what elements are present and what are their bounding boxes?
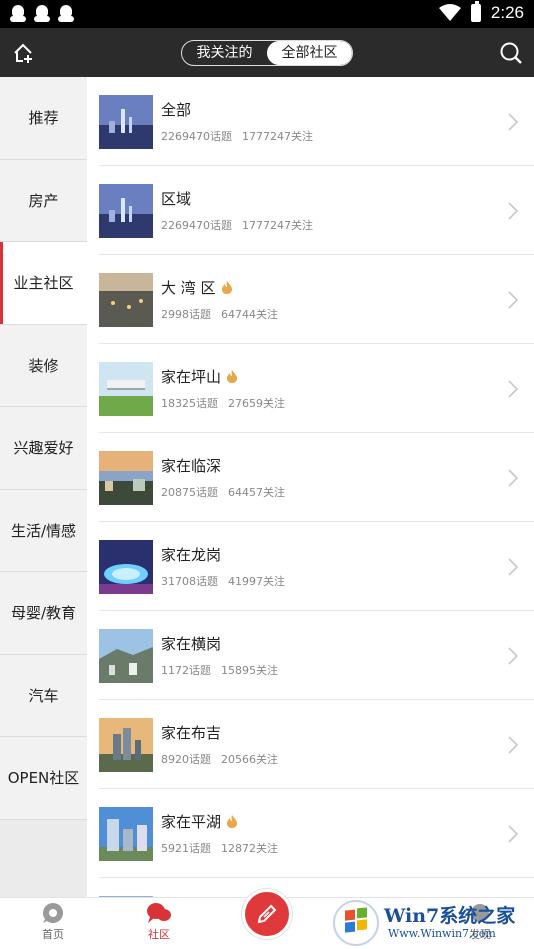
sidebar-item-open-community[interactable]: OPEN社区 [0,737,87,820]
follower-count: 64744关注 [221,308,278,321]
community-row[interactable]: 家在临深 20875话题 64457关注 [99,433,534,522]
community-row[interactable]: 家在坪山 18325话题 27659关注 [99,344,534,433]
tab-all-communities[interactable]: 全部社区 [267,41,352,65]
pen-icon [257,904,277,924]
topic-count: 2998话题 [161,308,211,321]
community-name: 家在平湖 [161,813,222,831]
status-time: 2:26 [490,3,524,22]
topic-count: 5921话题 [161,842,211,855]
topic-count: 2269470话题 [161,130,232,143]
qq-notification-icon [10,5,26,23]
sidebar-item-parenting-education[interactable]: 母婴/教育 [0,572,87,655]
hot-flame-icon [227,815,238,828]
chevron-right-icon [508,736,518,754]
community-name: 家在布吉 [161,724,222,742]
hot-flame-icon [227,370,238,383]
wifi-icon [438,4,461,21]
nav-community-label: 社区 [148,928,170,941]
chevron-right-icon [508,469,518,487]
home-plus-icon [14,43,32,63]
topic-count: 18325话题 [161,397,218,410]
site-watermark: Win7系统之家 Www.Winwin7.com [332,897,528,949]
community-row[interactable]: 区域 2269470话题 1777247关注 [99,166,534,255]
sidebar-item-cars[interactable]: 汽车 [0,654,87,737]
sidebar-item-real-estate[interactable]: 房产 [0,159,87,242]
follower-count: 64457关注 [228,486,285,499]
community-name: 全部 [161,101,192,119]
chevron-right-icon [508,291,518,309]
chevron-right-icon [508,113,518,131]
community-name: 大 湾 区 [161,279,216,297]
home-bubble-icon [43,903,63,923]
chevron-right-icon [508,202,518,220]
follower-count: 27659关注 [228,397,285,410]
qq-notification-icon [34,5,50,23]
chevron-right-icon [508,825,518,843]
community-row[interactable]: 全部 2269470话题 1777247关注 [99,77,534,166]
community-name: 家在坪山 [161,368,222,386]
sidebar-item-owner-community[interactable]: 业主社区 [0,242,87,325]
community-name: 家在临深 [161,457,222,475]
follower-count: 41997关注 [228,575,285,588]
follower-count: 1777247关注 [242,219,313,232]
watermark-brand: Win7系统之家 [384,905,516,927]
community-name: 家在龙岗 [161,546,222,564]
follower-count: 20566关注 [221,753,278,766]
topic-count: 8920话题 [161,753,211,766]
community-thumbnail [99,184,153,238]
home-add-button[interactable] [10,40,36,66]
follower-count: 1777247关注 [242,130,313,143]
chevron-right-icon [508,380,518,398]
sidebar-item-decoration[interactable]: 装修 [0,324,87,407]
community-row[interactable]: 家在龙岗 31708话题 41997关注 [99,522,534,611]
community-thumbnail [99,451,153,505]
topic-count: 1172话题 [161,664,211,677]
community-thumbnail [99,362,153,416]
nav-home[interactable]: 首页 [23,902,83,942]
community-list: 全部 2269470话题 1777247关注 区域 2269470话题 177724… [87,77,534,897]
top-header: 我关注的 全部社区 [0,28,534,77]
community-row[interactable]: 家在横岗 1172话题 15895关注 [99,611,534,700]
tab-following[interactable]: 我关注的 [182,41,267,65]
community-name: 家在横岗 [161,635,222,653]
community-thumbnail [99,273,153,327]
follower-count: 15895关注 [221,664,278,677]
community-thumbnail [99,807,153,861]
hot-flame-icon [221,281,232,294]
battery-icon [470,1,481,22]
community-row-partial[interactable] [99,878,534,897]
sidebar-item-recommend[interactable]: 推荐 [0,77,87,160]
search-icon [500,42,522,64]
community-thumbnail [99,718,153,772]
nav-home-label: 首页 [42,928,64,941]
chevron-right-icon [508,647,518,665]
community-thumbnail [99,95,153,149]
compose-post-button[interactable] [242,889,292,939]
status-bar: 2:26 [0,0,534,28]
sidebar-item-hobbies[interactable]: 兴趣爱好 [0,407,87,490]
topic-count: 20875话题 [161,486,218,499]
qq-notification-icon [58,5,74,23]
community-tab-switch: 我关注的 全部社区 [181,40,353,66]
nav-community[interactable]: 社区 [129,902,189,942]
community-chat-icon [147,903,171,923]
community-row[interactable]: 家在平湖 5921话题 12872关注 [99,789,534,878]
topic-count: 31708话题 [161,575,218,588]
community-thumbnail [99,629,153,683]
community-name: 区域 [161,190,192,208]
community-thumbnail [99,540,153,594]
category-sidebar: 推荐 房产 业主社区 装修 兴趣爱好 生活/情感 母婴/教育 汽车 OPEN社区 [0,77,87,897]
watermark-url: Www.Winwin7.com [388,927,496,940]
community-row[interactable]: 家在布吉 8920话题 20566关注 [99,700,534,789]
search-button[interactable] [498,40,524,66]
chevron-right-icon [508,558,518,576]
community-row[interactable]: 大 湾 区 2998话题 64744关注 [99,255,534,344]
follower-count: 12872关注 [221,842,278,855]
topic-count: 2269470话题 [161,219,232,232]
sidebar-item-life-emotion[interactable]: 生活/情感 [0,489,87,572]
